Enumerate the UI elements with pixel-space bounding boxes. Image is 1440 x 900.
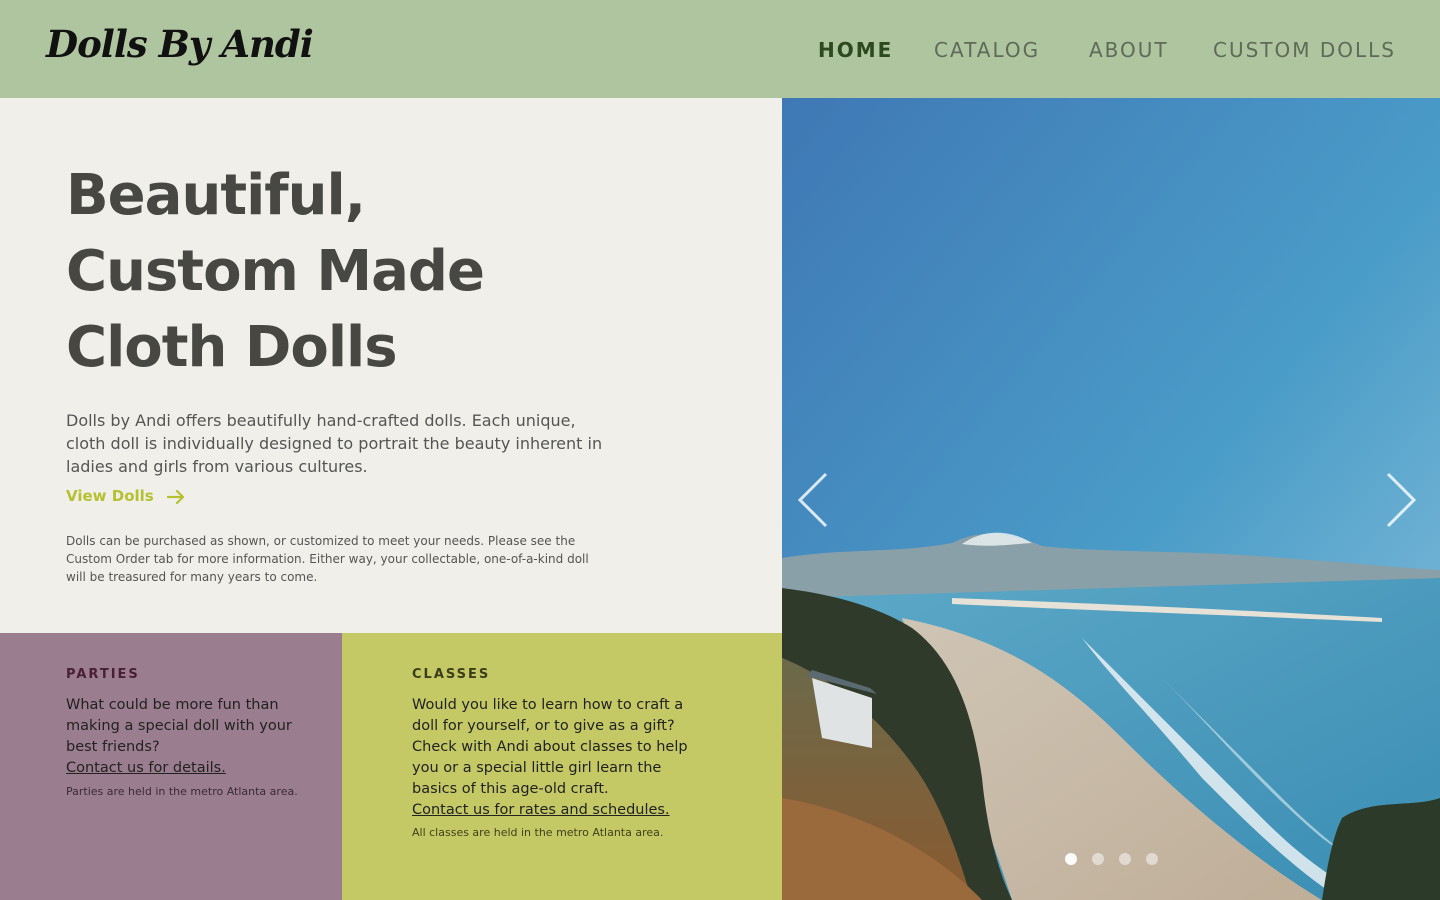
slider-prev-button[interactable] [794, 470, 834, 530]
parties-heading: PARTIES [66, 667, 140, 682]
chevron-right-icon [1386, 472, 1417, 528]
nav-custom-dolls[interactable]: CUSTOM DOLLS [1213, 38, 1396, 66]
arrow-right-icon [166, 489, 185, 504]
hero-section: Beautiful, Custom Made Cloth Dolls Dolls… [0, 98, 782, 633]
site-logo[interactable]: Dolls By Andi [46, 22, 314, 66]
view-dolls-label: View Dolls [66, 487, 154, 505]
coastal-beach-photo [782, 98, 1440, 900]
nav-catalog[interactable]: CATALOG [934, 38, 1040, 66]
hero-intro-text: Dolls by Andi offers beautifully hand-cr… [66, 411, 603, 476]
slider-dots [1065, 853, 1165, 867]
parties-description: What could be more fun than making a spe… [66, 697, 292, 755]
hero-title-line-1: Beautiful, [66, 163, 366, 228]
parties-location-note: Parties are held in the metro Atlanta ar… [66, 785, 298, 798]
classes-description: Would you like to learn how to craft a d… [412, 697, 688, 797]
classes-heading: CLASSES [412, 667, 491, 682]
hero-note-text: Dolls can be purchased as shown, or cust… [66, 534, 589, 584]
classes-location-note: All classes are held in the metro Atlant… [412, 826, 664, 839]
classes-text-block: Would you like to learn how to craft a d… [412, 695, 692, 821]
nav-about[interactable]: ABOUT [1089, 38, 1169, 66]
hero-title-line-3: Cloth Dolls [66, 315, 398, 380]
parties-contact-link[interactable]: Contact us for details. [66, 758, 306, 779]
chevron-left-icon [797, 472, 828, 528]
hero-title: Beautiful, Custom Made Cloth Dolls [66, 158, 626, 386]
hero-title-line-2: Custom Made [66, 239, 485, 304]
slider-dot-3[interactable] [1119, 853, 1131, 865]
slider-dot-4[interactable] [1146, 853, 1158, 865]
slider-dot-1[interactable] [1065, 853, 1077, 865]
parties-text-block: What could be more fun than making a spe… [66, 695, 306, 779]
image-slider [782, 98, 1440, 900]
parties-section: PARTIES What could be more fun than maki… [0, 633, 342, 900]
nav-home[interactable]: HOME [818, 38, 893, 66]
slider-next-button[interactable] [1380, 470, 1420, 530]
classes-contact-link[interactable]: Contact us for rates and schedules. [412, 800, 692, 821]
slider-dot-2[interactable] [1092, 853, 1104, 865]
classes-section: CLASSES Would you like to learn how to c… [342, 633, 782, 900]
view-dolls-link[interactable]: View Dolls [66, 487, 185, 505]
site-header: Dolls By Andi HOME CATALOG ABOUT CUSTOM … [0, 0, 1440, 98]
